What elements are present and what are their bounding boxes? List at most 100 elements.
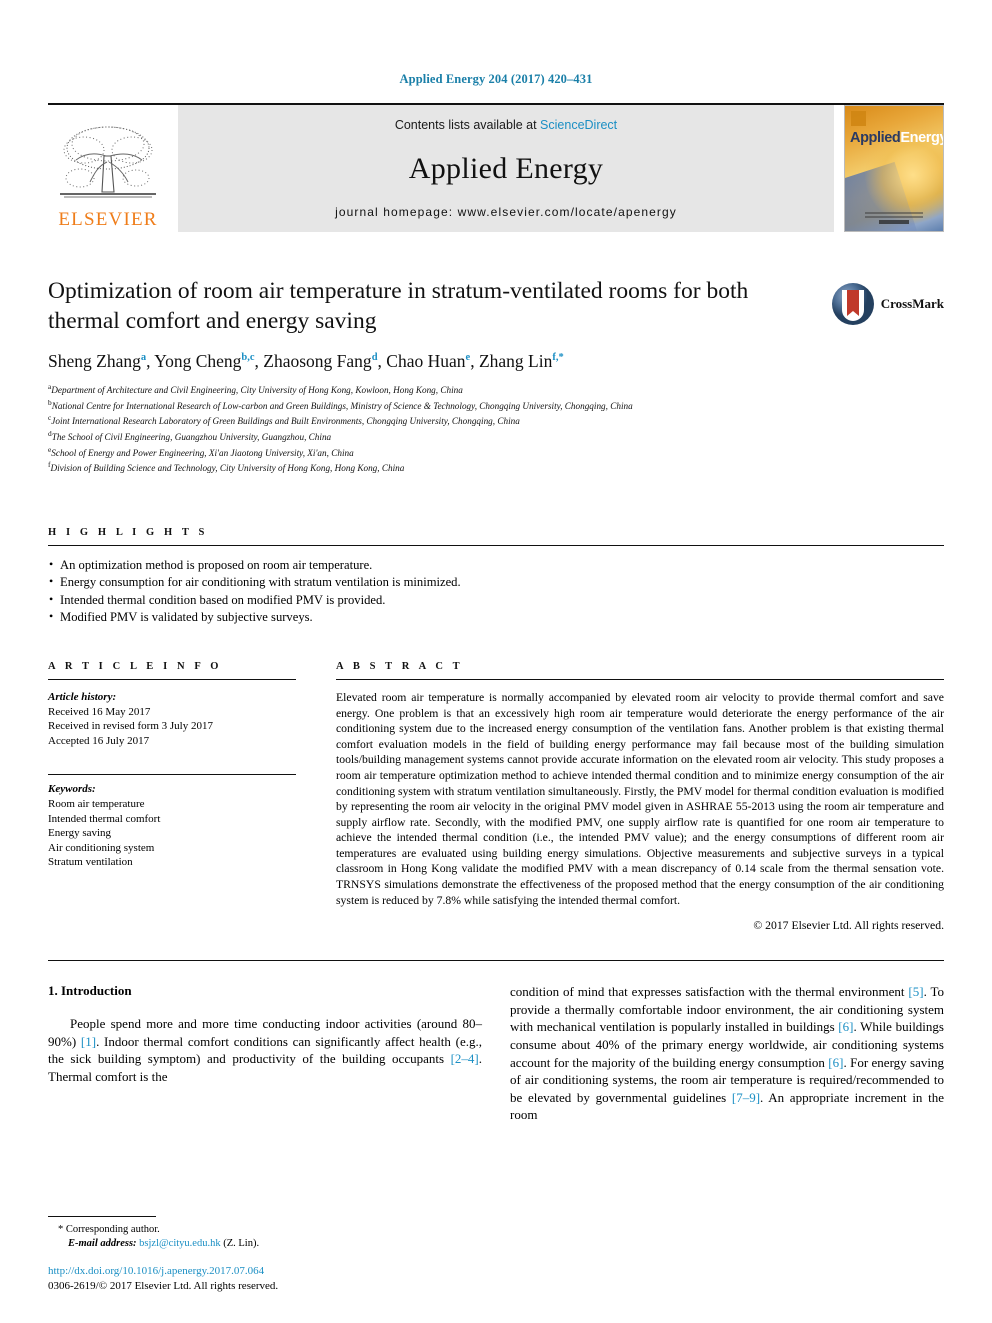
doi-link[interactable]: http://dx.doi.org/10.1016/j.apenergy.201… xyxy=(48,1264,278,1279)
highlight-item: Intended thermal condition based on modi… xyxy=(48,591,944,610)
article-info-divider xyxy=(48,678,296,680)
keyword-item: Room air temperature xyxy=(48,797,145,810)
info-abstract-section: A R T I C L E I N F O Article history: R… xyxy=(48,661,944,932)
article-history-item: Received 16 May 2017 xyxy=(48,705,151,718)
title-block: CrossMark Optimization of room air tempe… xyxy=(48,276,944,475)
keyword-item: Intended thermal comfort xyxy=(48,812,161,825)
citation-link[interactable]: [1] xyxy=(81,1034,96,1049)
keyword-item: Air conditioning system xyxy=(48,841,155,854)
abstract-column: A B S T R A C T Elevated room air temper… xyxy=(336,661,944,932)
issn-copyright-line: 0306-2619/© 2017 Elsevier Ltd. All right… xyxy=(48,1279,279,1292)
email-label: E-mail address: xyxy=(68,1238,137,1249)
introduction-heading: 1. Introduction xyxy=(48,983,132,999)
paper-page: Applied Energy 204 (2017) 420–431 ELSEVI… xyxy=(0,0,992,1323)
keywords-divider xyxy=(48,774,296,776)
author-list: Sheng Zhanga, Yong Chengb,c, Zhaosong Fa… xyxy=(48,351,564,371)
author-affiliation-marker: b,c xyxy=(241,352,255,364)
journal-masthead: ELSEVIER Contents lists available at Sci… xyxy=(48,103,944,232)
highlights-section: H I G H L I G H T S An optimization meth… xyxy=(48,527,944,627)
author-name: Chao Huan xyxy=(386,351,466,371)
cover-elsevier-mark-icon xyxy=(851,111,866,126)
abstract-text: Elevated room air temperature is normall… xyxy=(336,690,944,907)
author-name: Zhang Lin xyxy=(478,351,553,371)
article-history-label: Article history: xyxy=(48,690,117,703)
affiliation-marker: f xyxy=(48,460,51,470)
citation-link[interactable]: [6] xyxy=(838,1019,853,1034)
affiliation-item: eSchool of Energy and Power Engineering,… xyxy=(48,444,354,458)
affiliation-marker: a xyxy=(48,382,52,391)
author-affiliation-marker: a xyxy=(140,352,147,364)
abstract-divider xyxy=(336,678,944,680)
article-history-items: Received 16 May 2017 Received in revised … xyxy=(48,705,296,749)
corresponding-author-footnote: * Corresponding author. E-mail address: … xyxy=(48,1216,458,1251)
introduction-section: 1. Introduction People spend more and mo… xyxy=(48,983,944,1124)
corresponding-author-line: * Corresponding author. xyxy=(58,1224,160,1235)
article-info-heading: A R T I C L E I N F O xyxy=(48,660,223,672)
highlights-list: An optimization method is proposed on ro… xyxy=(48,556,944,627)
author-name: Zhaosong Fang xyxy=(263,351,372,371)
affiliation-marker: c xyxy=(48,413,52,423)
affiliation-item: fDivision of Building Science and Techno… xyxy=(48,460,405,474)
citation-link[interactable]: [6] xyxy=(828,1055,843,1070)
highlight-item: Modified PMV is validated by subjective … xyxy=(48,608,944,627)
author-name: Yong Cheng xyxy=(154,351,242,371)
affiliation-item: dThe School of Civil Engineering, Guangz… xyxy=(48,428,332,443)
elsevier-logo: ELSEVIER xyxy=(48,105,168,232)
abstract-copyright: © 2017 Elsevier Ltd. All rights reserved… xyxy=(753,919,944,933)
crossmark-icon xyxy=(831,283,874,325)
sciencedirect-link[interactable]: ScienceDirect xyxy=(540,118,617,132)
author-name: Sheng Zhang xyxy=(48,351,141,371)
contents-available-line: Contents lists available at ScienceDirec… xyxy=(395,118,617,132)
elsevier-wordmark: ELSEVIER xyxy=(58,209,158,230)
affiliation-marker: e xyxy=(48,444,52,454)
citation-link[interactable]: [2–4] xyxy=(451,1051,479,1066)
affiliation-marker: d xyxy=(48,428,52,438)
citation-link[interactable]: [5] xyxy=(908,984,923,999)
affiliation-item: bNational Centre for International Resea… xyxy=(48,397,633,411)
cover-title-energy: Energy xyxy=(900,130,944,146)
cover-footer-marks xyxy=(864,210,924,226)
author-affiliation-marker: e xyxy=(465,352,471,364)
footer-meta: http://dx.doi.org/10.1016/j.apenergy.201… xyxy=(48,1264,278,1293)
citation-link[interactable]: [7–9] xyxy=(732,1090,760,1105)
affiliation-list: aDepartment of Architecture and Civil En… xyxy=(48,381,944,475)
cover-title-applied: Applied xyxy=(850,130,901,146)
keyword-item: Energy saving xyxy=(48,827,112,840)
running-head: Applied Energy 204 (2017) 420–431 xyxy=(399,72,593,86)
crossmark-label: CrossMark xyxy=(880,296,944,311)
introduction-paragraph-right: condition of mind that expresses satisfa… xyxy=(510,984,944,1123)
footnote-rule xyxy=(48,1216,156,1217)
author-affiliation-marker: d xyxy=(371,352,378,364)
email-line: E-mail address: bsjzl@cityu.edu.hk (Z. L… xyxy=(48,1237,458,1251)
highlight-item: An optimization method is proposed on ro… xyxy=(48,556,944,575)
keyword-item: Stratum ventilation xyxy=(48,856,133,869)
page-title: Optimization of room air temperature in … xyxy=(48,278,749,334)
affiliation-item: cJoint International Research Laboratory… xyxy=(48,413,520,427)
affiliation-item: aDepartment of Architecture and Civil En… xyxy=(48,382,463,396)
keywords-items: Room air temperature Intended thermal com… xyxy=(48,797,296,870)
journal-homepage[interactable]: journal homepage: www.elsevier.com/locat… xyxy=(335,205,677,219)
crossmark-badge-group[interactable]: CrossMark xyxy=(831,282,944,326)
author-affiliation-marker: f,* xyxy=(552,352,564,364)
introduction-right-column: condition of mind that expresses satisfa… xyxy=(510,983,944,1124)
affiliation-marker: b xyxy=(48,397,52,407)
introduction-divider xyxy=(48,960,944,962)
elsevier-tree-icon xyxy=(60,126,156,198)
highlights-divider xyxy=(48,544,944,546)
journal-name: Applied Energy xyxy=(408,151,604,185)
contents-prefix: Contents lists available at xyxy=(394,118,541,132)
email-owner: (Z. Lin). xyxy=(223,1238,260,1249)
introduction-paragraph-left: People spend more and more time conducti… xyxy=(48,1016,482,1085)
journal-cover-thumbnail: AppliedEnergy xyxy=(844,105,944,232)
keywords-block: Keywords: Room air temperature Intended t… xyxy=(48,782,296,870)
article-info-column: A R T I C L E I N F O Article history: R… xyxy=(48,661,296,932)
keywords-label: Keywords: xyxy=(48,783,96,796)
email-link[interactable]: bsjzl@cityu.edu.hk xyxy=(139,1238,220,1249)
highlights-heading: H I G H L I G H T S xyxy=(48,526,208,538)
introduction-left-column: 1. Introduction People spend more and mo… xyxy=(48,983,482,1124)
article-history-block: Article history: Received 16 May 2017 Rec… xyxy=(48,690,296,748)
article-history-item: Received in revised form 3 July 2017 xyxy=(48,720,213,733)
highlight-item: Energy consumption for air conditioning … xyxy=(48,573,944,592)
cover-title: AppliedEnergy xyxy=(850,130,944,146)
